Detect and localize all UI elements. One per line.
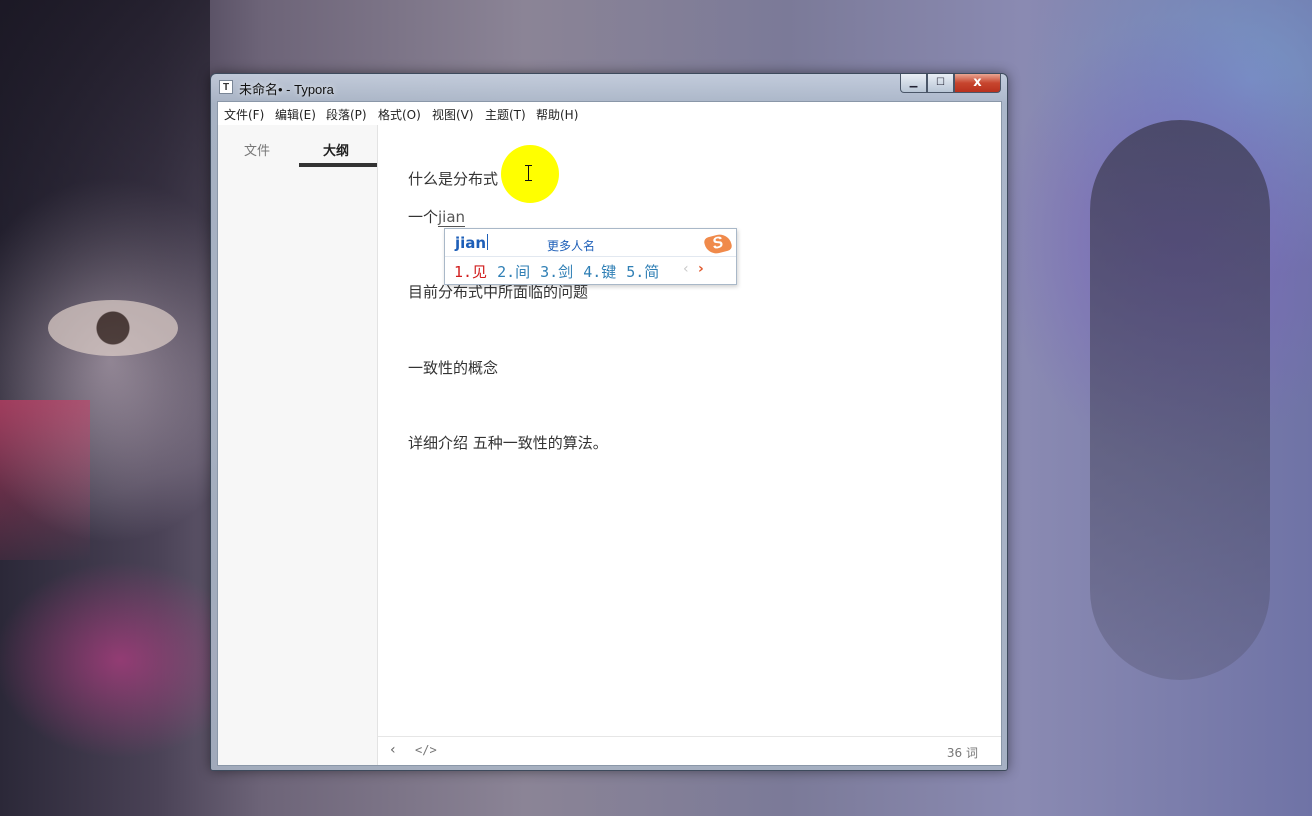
desktop-wallpaper-figure <box>1090 120 1270 680</box>
status-bar: ‹ </> 36 词 <box>378 736 1001 765</box>
title-bar[interactable]: T 未命名• - Typora ▁ ☐ x <box>211 74 1007 100</box>
close-button[interactable]: x <box>954 74 1001 93</box>
menu-bar: 文件(F) 编辑(E) 段落(P) 格式(O) 视图(V) 主题(T) 帮助(H… <box>218 102 1001 125</box>
ime-candidate-3[interactable]: 3.剑 <box>540 263 573 281</box>
tab-outline[interactable]: 大纲 <box>323 140 349 159</box>
sogou-logo-mark: S <box>703 232 733 256</box>
ime-more-names-link[interactable]: 更多人名 <box>547 237 595 254</box>
desktop-wallpaper-eye <box>48 300 178 356</box>
sidebar: 文件 大纲 <box>218 125 378 765</box>
paragraph-2[interactable]: 一个jian <box>408 206 466 227</box>
typora-window: T 未命名• - Typora ▁ ☐ x 文件(F) 编辑(E) 段落(P) … <box>210 73 1008 771</box>
ime-composition-text: jian <box>455 234 487 252</box>
tab-files[interactable]: 文件 <box>244 140 270 159</box>
ime-caret <box>487 234 489 250</box>
window-client-area: 文件(F) 编辑(E) 段落(P) 格式(O) 视图(V) 主题(T) 帮助(H… <box>217 101 1002 766</box>
menu-theme[interactable]: 主题(T) <box>485 106 526 123</box>
ime-candidate-1[interactable]: 1.见 <box>454 263 487 281</box>
menu-file[interactable]: 文件(F) <box>224 106 264 123</box>
mouse-cursor-highlight <box>501 145 559 203</box>
menu-help[interactable]: 帮助(H) <box>536 106 578 123</box>
editor-area[interactable]: 什么是分布式 一个jian 目前分布式中所面临的问题 一致性的概念 详细介绍 五… <box>378 125 1001 736</box>
paragraph-4[interactable]: 一致性的概念 <box>408 357 498 378</box>
ime-composition: jian <box>455 234 489 252</box>
window-title: 未命名• - Typora <box>239 82 334 97</box>
source-code-mode-icon[interactable]: </> <box>415 743 437 757</box>
ime-candidate-2[interactable]: 2.间 <box>497 263 530 281</box>
desktop-wallpaper-stripe <box>0 400 90 560</box>
active-tab-indicator <box>299 163 377 167</box>
menu-view[interactable]: 视图(V) <box>432 106 474 123</box>
paragraph-5[interactable]: 详细介绍 五种一致性的算法。 <box>408 432 608 453</box>
ime-next-page-icon[interactable]: › <box>698 261 704 277</box>
ime-candidate-4[interactable]: 4.键 <box>583 263 616 281</box>
menu-format[interactable]: 格式(O) <box>378 106 421 123</box>
ime-candidate-5[interactable]: 5.简 <box>626 263 659 281</box>
ime-prev-page-icon[interactable]: ‹ <box>683 261 689 277</box>
composing-text: jian <box>438 208 466 227</box>
text-cursor-icon <box>525 165 532 181</box>
paragraph-2-prefix: 一个 <box>408 208 439 226</box>
minimize-button[interactable]: ▁ <box>900 74 927 93</box>
paragraph-1[interactable]: 什么是分布式 <box>408 168 498 189</box>
ime-candidate-list: 1.见 2.间 3.剑 4.键 5.简 <box>454 261 669 282</box>
menu-edit[interactable]: 编辑(E) <box>275 106 316 123</box>
ime-divider <box>445 256 736 257</box>
menu-paragraph[interactable]: 段落(P) <box>326 106 367 123</box>
maximize-button[interactable]: ☐ <box>927 74 954 93</box>
typora-app-icon: T <box>219 80 233 94</box>
ime-candidate-window: jian 更多人名 S 1.见 2.间 3.剑 4.键 5.简 ‹ › <box>444 228 737 285</box>
word-count[interactable]: 36 词 <box>947 744 978 761</box>
toggle-sidebar-icon[interactable]: ‹ <box>390 742 396 758</box>
